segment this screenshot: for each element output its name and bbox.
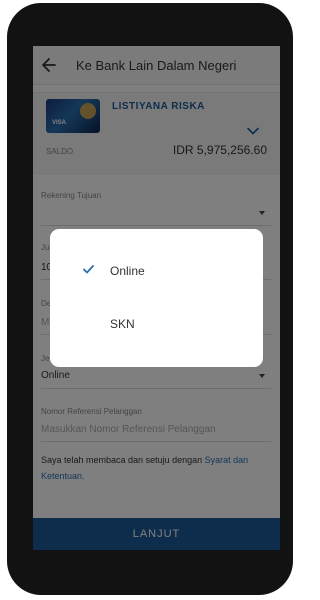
phone-frame: Ke Bank Lain Dalam Negeri VISA LISTIYANA… — [7, 3, 293, 595]
transfer-type-dialog: Online SKN — [50, 229, 263, 367]
app-screen: Ke Bank Lain Dalam Negeri VISA LISTIYANA… — [33, 46, 280, 550]
option-label: SKN — [110, 317, 135, 331]
checkmark-icon — [83, 265, 94, 274]
option-label: Online — [110, 264, 145, 278]
option-skn[interactable]: SKN — [50, 304, 263, 344]
option-online[interactable]: Online — [50, 251, 263, 291]
